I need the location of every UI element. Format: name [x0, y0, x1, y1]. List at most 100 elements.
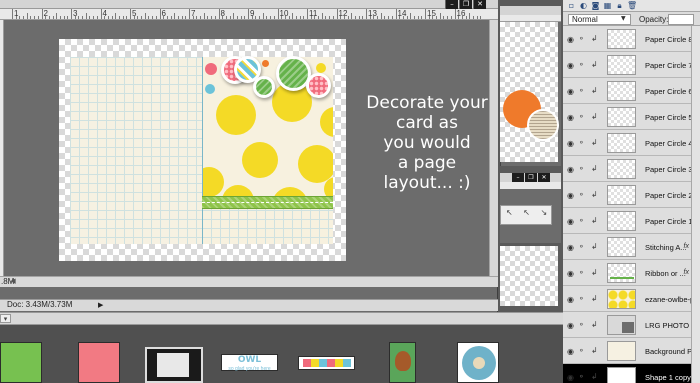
layer-name[interactable]: Paper Circle 1	[645, 217, 691, 226]
link-icon[interactable]: ⚬	[578, 216, 585, 225]
layer-thumbnail[interactable]	[607, 237, 636, 257]
link-icon[interactable]: ⚬	[578, 294, 585, 303]
eye-icon[interactable]: ◉	[567, 113, 574, 122]
restore-button[interactable]: ❐	[459, 0, 472, 9]
link-icon[interactable]: ⚬	[578, 138, 585, 147]
layer-row[interactable]: ◉ ⚬ ↲ Paper Circle 1	[563, 208, 691, 234]
layer-row[interactable]: ◉ ⚬ ↲ Ribbon or ... fx	[563, 260, 691, 286]
layer-thumbnail[interactable]	[607, 315, 636, 335]
eye-icon[interactable]: ◉	[567, 191, 574, 200]
bin-thumb-active-document[interactable]	[145, 347, 203, 383]
layer-name[interactable]: Shape 1 copy	[645, 373, 691, 382]
layer-name[interactable]: Background Pa...	[645, 347, 691, 356]
link-icon[interactable]: ⚬	[578, 320, 585, 329]
eye-icon[interactable]: ◉	[567, 35, 574, 44]
layer-thumbnail[interactable]	[607, 81, 636, 101]
eye-icon[interactable]: ◉	[567, 373, 574, 382]
minimize-button[interactable]: –	[445, 0, 458, 9]
layer-row[interactable]: ◉ ⚬ ↲ ezane-owlbe-p...	[563, 286, 691, 312]
layer-style-icon[interactable]: fx	[684, 243, 689, 250]
layer-row[interactable]: ◉ ⚬ ↲ Background Pa...	[563, 338, 691, 364]
layer-thumbnail[interactable]	[607, 107, 636, 127]
layer-name[interactable]: Paper Circle 2	[645, 191, 691, 200]
eye-icon[interactable]: ◉	[567, 321, 574, 330]
lock-transparent-icon[interactable]: ▦	[603, 2, 612, 10]
layer-name[interactable]: LRG PHOTO 3	[645, 321, 691, 330]
bin-thumb-green-paper[interactable]	[0, 342, 42, 383]
bin-thumb-flower[interactable]	[457, 342, 499, 383]
link-icon[interactable]: ⚬	[578, 242, 585, 251]
layer-row[interactable]: ◉ ⚬ ↲ LRG PHOTO 3	[563, 312, 691, 338]
layer-thumbnail[interactable]	[607, 367, 636, 383]
layer-row[interactable]: ◉ ⚬ ↲ Paper Circle 6	[563, 78, 691, 104]
eye-icon[interactable]: ◉	[567, 165, 574, 174]
link-icon[interactable]: ⚬	[578, 86, 585, 95]
eye-icon[interactable]: ◉	[567, 87, 574, 96]
layer-thumbnail[interactable]	[607, 133, 636, 153]
fill-adjustment-icon[interactable]: ◐	[579, 2, 588, 10]
layer-row[interactable]: ◉ ⚬ ↲ Paper Circle 5	[563, 104, 691, 130]
layer-name[interactable]: Paper Circle 4	[645, 139, 691, 148]
layer-name[interactable]: Ribbon or ...	[645, 269, 686, 278]
link-icon[interactable]: ⚬	[578, 34, 585, 43]
layer-name[interactable]: ezane-owlbe-p...	[645, 295, 691, 304]
scroll-left-icon[interactable]: ◀	[9, 278, 17, 285]
eye-icon[interactable]: ◉	[567, 217, 574, 226]
layer-row[interactable]: ◉ ⚬ ↲ Paper Circle 2	[563, 182, 691, 208]
bin-thumb-bunting[interactable]	[298, 356, 355, 370]
layer-thumbnail[interactable]	[607, 341, 636, 361]
link-icon[interactable]: ⚬	[578, 60, 585, 69]
layer-row[interactable]: ◉ ⚬ ↲ Paper Circle 7	[563, 52, 691, 78]
layer-thumbnail[interactable]	[607, 185, 636, 205]
layer-thumbnail[interactable]	[607, 29, 636, 49]
bin-thumb-owl-banner[interactable]: OWL so glad you're here	[221, 354, 278, 372]
eye-icon[interactable]: ◉	[567, 139, 574, 148]
eye-icon[interactable]: ◉	[567, 295, 574, 304]
third-close-button[interactable]: ✕	[538, 173, 550, 182]
layer-row[interactable]: ◉ ⚬ ↲ Shape 1 copy	[563, 364, 691, 383]
layer-name[interactable]: Paper Circle 3	[645, 165, 691, 174]
layer-name[interactable]: Paper Circle 7	[645, 61, 691, 70]
link-icon[interactable]: ⚬	[578, 268, 585, 277]
third-minimize-button[interactable]: –	[512, 173, 524, 182]
layer-thumbnail[interactable]	[607, 159, 636, 179]
layer-name[interactable]: Paper Circle 5	[645, 113, 691, 122]
paper-circle[interactable]	[253, 76, 275, 98]
layer-name[interactable]: Stitching A...	[645, 243, 687, 252]
bin-thumb-owl-sticker[interactable]	[389, 342, 416, 383]
chevron-down-icon[interactable]: ▼	[621, 15, 626, 22]
vertical-scrollbar[interactable]	[489, 20, 498, 276]
layer-name[interactable]: Paper Circle 6	[645, 87, 691, 96]
layer-thumbnail[interactable]	[607, 289, 636, 309]
layer-row[interactable]: ◉ ⚬ ↲ Paper Circle 3	[563, 156, 691, 182]
bin-thumb-pink-paper[interactable]	[78, 342, 120, 383]
layer-name[interactable]: Paper Circle 8	[645, 35, 691, 44]
secondary-title-bar[interactable]	[500, 6, 561, 15]
layer-thumbnail[interactable]	[607, 55, 636, 75]
status-menu-arrow-icon[interactable]: ▶	[98, 301, 103, 309]
link-icon[interactable]: ⚬	[578, 372, 585, 381]
layer-style-icon[interactable]: fx	[684, 269, 689, 276]
delete-layer-icon[interactable]: 🗑︎	[627, 2, 637, 10]
card-left-panel[interactable]	[70, 57, 202, 244]
link-icon[interactable]: ⚬	[578, 190, 585, 199]
opacity-input[interactable]	[668, 14, 694, 25]
eye-icon[interactable]: ◉	[567, 347, 574, 356]
horizontal-scrollbar[interactable]	[0, 276, 498, 287]
layers-scrollbar[interactable]	[691, 26, 700, 383]
paper-circle[interactable]	[306, 73, 331, 98]
bin-dropdown-icon[interactable]: ▾	[0, 314, 11, 323]
eye-icon[interactable]: ◉	[567, 61, 574, 70]
link-icon[interactable]: ⚬	[578, 346, 585, 355]
close-button[interactable]: ✕	[473, 0, 486, 9]
link-icon[interactable]: ⚬	[578, 112, 585, 121]
layer-thumbnail[interactable]	[607, 263, 636, 283]
layer-mask-icon[interactable]: ◙	[591, 2, 600, 10]
layer-row[interactable]: ◉ ⚬ ↲ Stitching A... fx	[563, 234, 691, 260]
lock-all-icon[interactable]: 🔒︎	[615, 2, 624, 10]
layer-row[interactable]: ◉ ⚬ ↲ Paper Circle 8	[563, 26, 691, 52]
third-restore-button[interactable]: ❐	[525, 173, 537, 182]
eye-icon[interactable]: ◉	[567, 269, 574, 278]
eye-icon[interactable]: ◉	[567, 243, 574, 252]
document-title-bar[interactable]	[0, 0, 498, 9]
